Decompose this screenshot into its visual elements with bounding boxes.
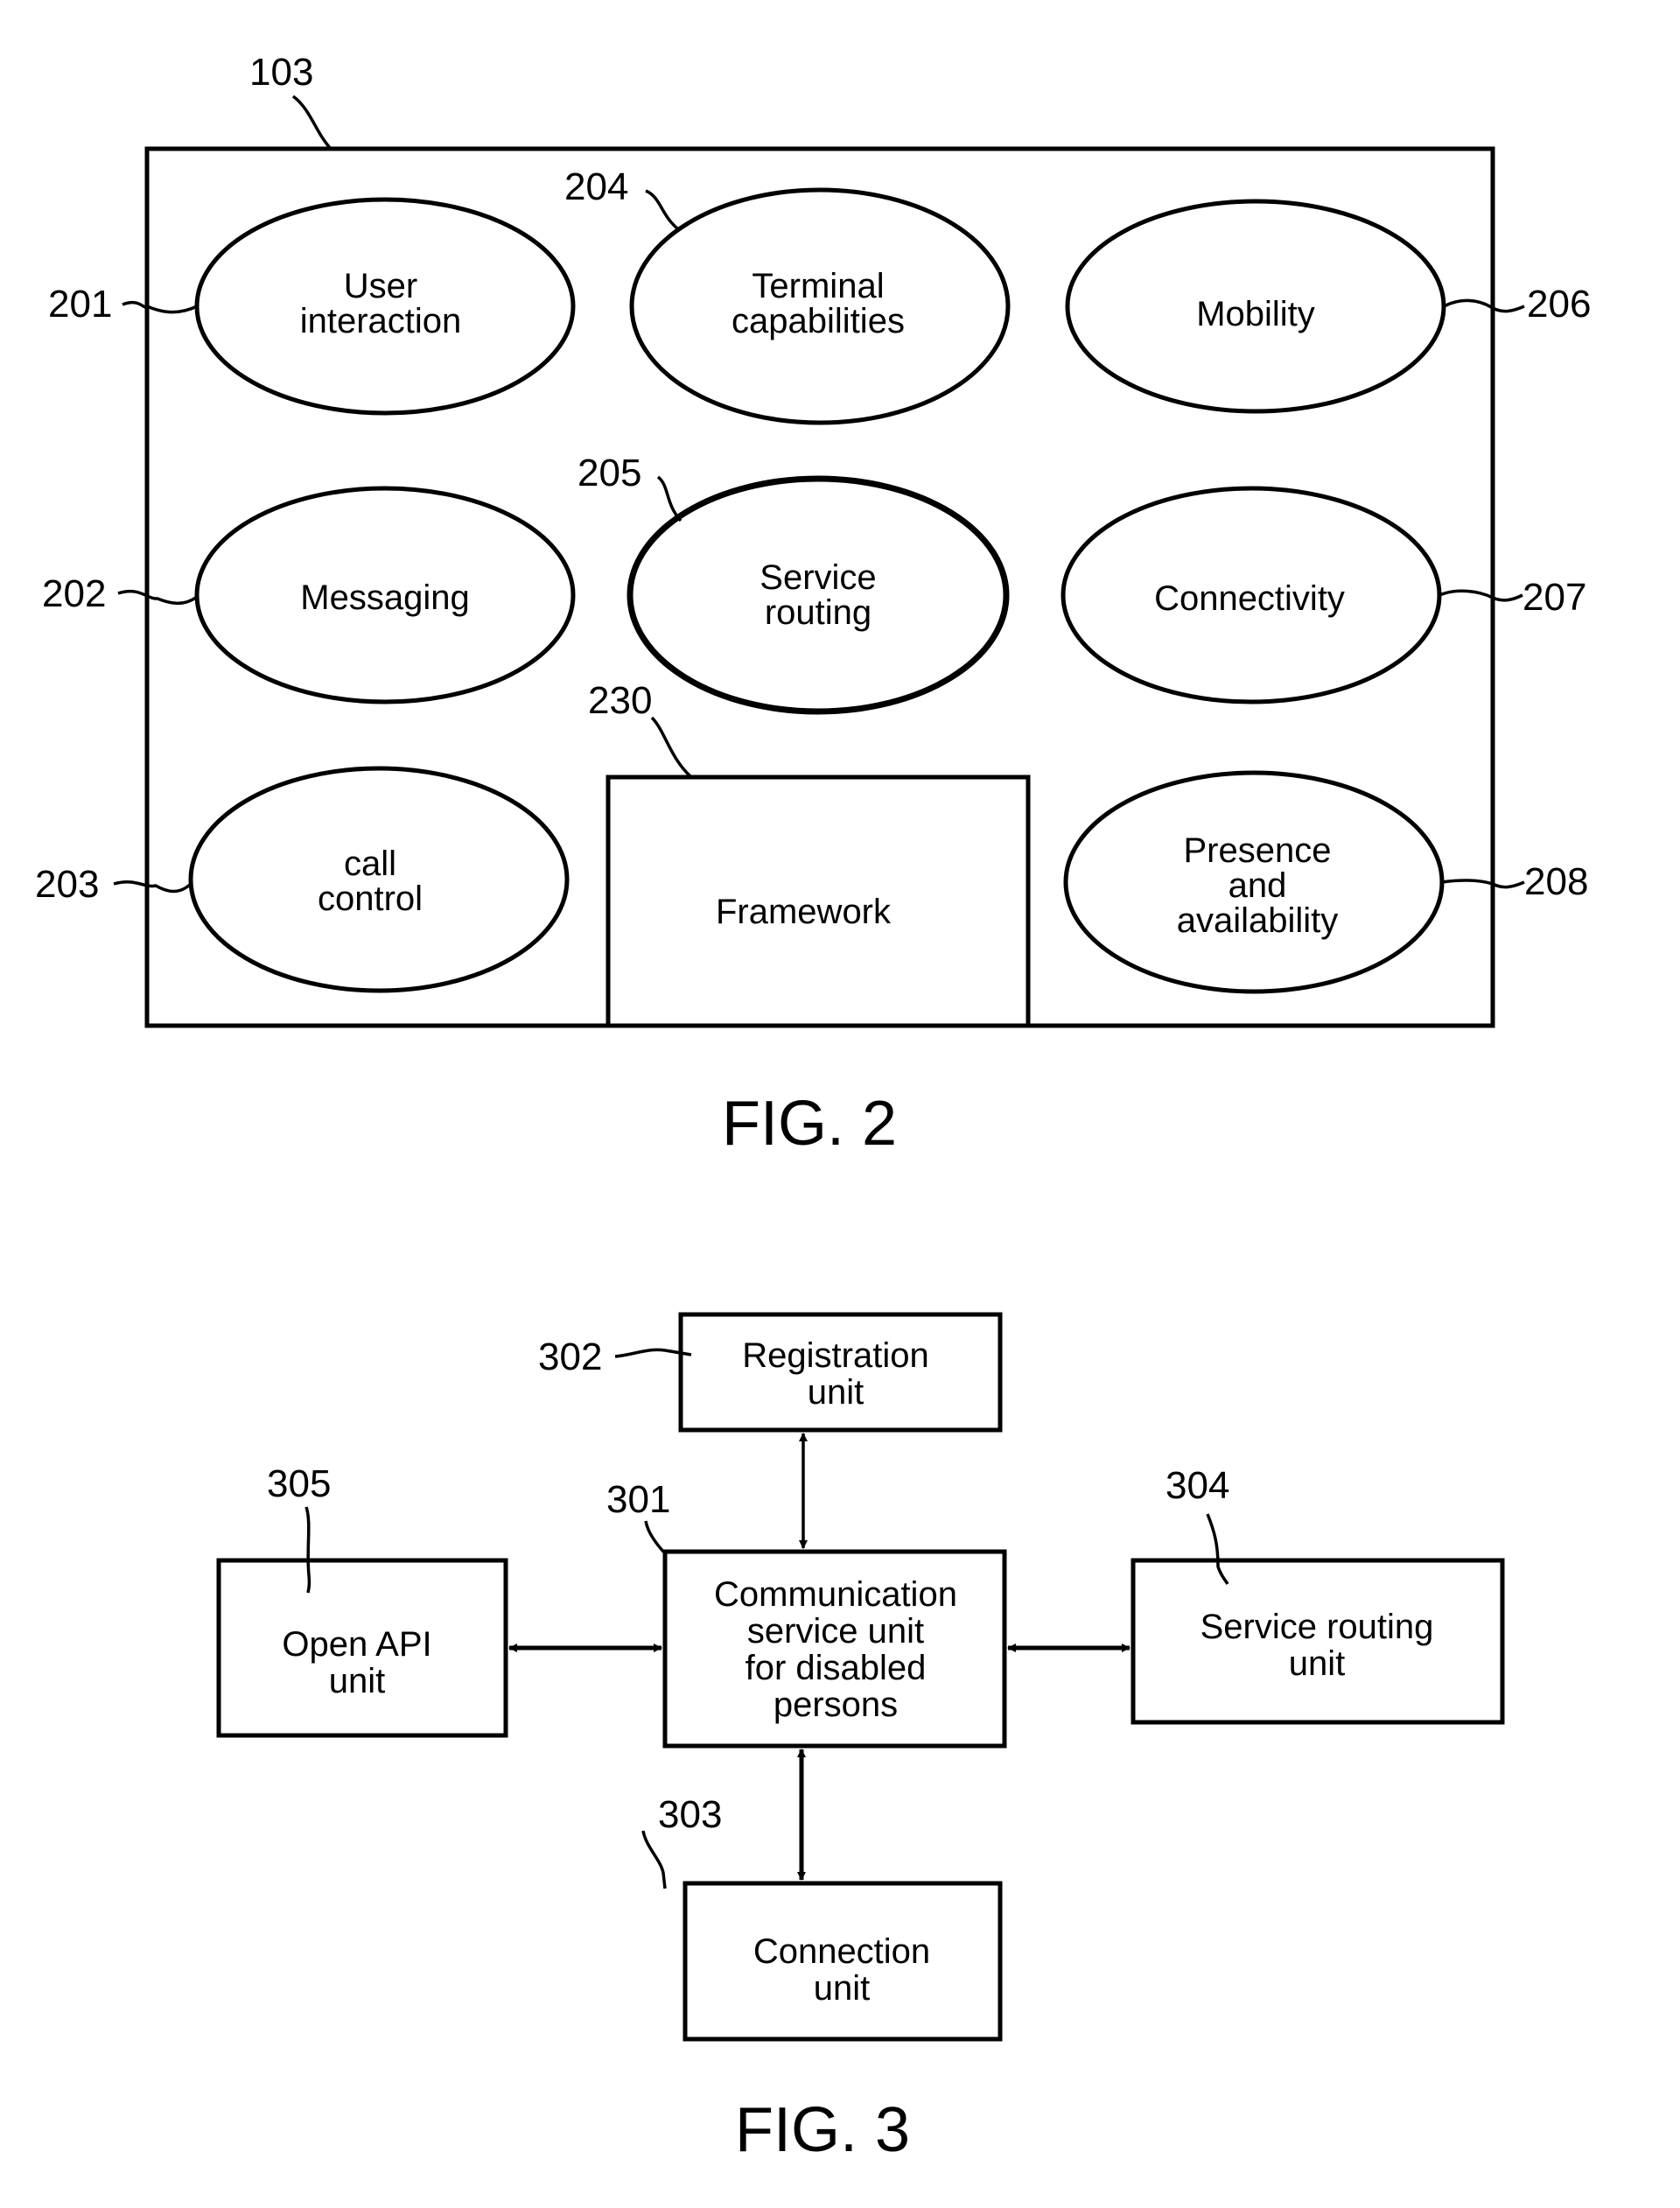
ref-label-230: 230	[588, 679, 652, 722]
ref-label-301: 301	[606, 1478, 670, 1521]
node-208-presence-availability: Presence and availability 208	[1063, 770, 1588, 994]
ref-label-207: 207	[1522, 576, 1586, 619]
node-208-line-1: Presence	[1184, 831, 1332, 870]
leader-line-207	[1438, 589, 1523, 602]
node-205-line-1: Service	[760, 558, 876, 597]
leader-line-204	[645, 189, 680, 231]
node-208-line-3: availability	[1177, 901, 1339, 940]
node-207-connectivity: Connectivity 207	[1060, 486, 1586, 704]
node-303-line-1: Connection	[753, 1932, 930, 1971]
node-205-line-2: routing	[765, 593, 872, 632]
framework-label: Framework	[716, 893, 892, 931]
node-204-terminal-capabilities: Terminal capabilities 204	[564, 165, 1011, 425]
node-304-line-2: unit	[1289, 1644, 1346, 1683]
leader-line-206	[1443, 298, 1525, 313]
leader-line-230	[650, 716, 693, 779]
node-301-line-2: service unit	[747, 1612, 924, 1651]
leader-line-208	[1441, 879, 1525, 889]
node-304-line-1: Service routing	[1200, 1608, 1434, 1646]
leader-line-202	[117, 589, 199, 606]
node-202-messaging: Messaging 202	[42, 486, 576, 704]
node-230-framework: Framework 230	[588, 679, 1031, 1028]
node-301-line-4: persons	[774, 1686, 898, 1724]
ref-label-201: 201	[48, 283, 112, 326]
node-303-line-2: unit	[814, 1969, 871, 2008]
fig3-caption: FIG. 3	[735, 2095, 910, 2165]
node-208-line-2: and	[1228, 866, 1287, 905]
ref-label-208: 208	[1524, 860, 1588, 903]
node-301-line-3: for disabled	[746, 1649, 927, 1687]
leader-line-201	[122, 300, 198, 314]
node-304-service-routing-unit: Service routing unit 304	[1130, 1464, 1505, 1725]
node-205-service-routing: Service routing 205	[578, 452, 1010, 715]
fig3: Registration unit 302 Communication serv…	[216, 1312, 1505, 2165]
node-305-line-1: Open API	[282, 1625, 431, 1664]
node-301-communication-service-unit: Communication service unit for disabled …	[606, 1478, 1007, 1749]
node-204-line-1: Terminal	[752, 267, 884, 305]
node-303-connection-unit: Connection unit 303	[641, 1793, 1003, 2042]
ref-label-202: 202	[42, 572, 106, 615]
leader-line-203	[113, 880, 192, 894]
ref-label-305: 305	[267, 1462, 331, 1505]
node-204-line-2: capabilities	[732, 302, 905, 340]
patent-drawing: 103 User interaction 201 Messaging 202 c…	[35, 51, 1591, 2165]
node-301-line-1: Communication	[714, 1575, 957, 1614]
node-305-line-2: unit	[329, 1662, 386, 1700]
node-206-mobility: Mobility 206	[1065, 199, 1591, 414]
node-202-line-1: Messaging	[300, 578, 469, 617]
fig2-caption: FIG. 2	[722, 1089, 897, 1159]
leader-line-205	[656, 475, 682, 522]
fig2: 103 User interaction 201 Messaging 202 c…	[35, 51, 1591, 1159]
node-201-line-1: User	[344, 267, 417, 305]
ref-label-204: 204	[564, 165, 628, 208]
ref-label-303: 303	[658, 1793, 722, 1836]
node-203-line-1: call	[344, 845, 396, 883]
leader-line-301	[644, 1520, 667, 1555]
node-203-line-2: control	[318, 880, 423, 918]
node-203-call-control: call control 203	[35, 766, 570, 993]
leader-line-103	[291, 95, 332, 151]
node-201-user-interaction: User interaction 201	[48, 197, 576, 416]
ref-label-203: 203	[35, 863, 99, 906]
node-206-line-1: Mobility	[1196, 295, 1315, 333]
ref-label-304: 304	[1166, 1464, 1229, 1507]
node-201-line-2: interaction	[300, 302, 462, 340]
ref-label-302: 302	[538, 1335, 602, 1378]
node-302-line-1: Registration	[742, 1336, 928, 1375]
ref-label-103: 103	[249, 51, 313, 94]
ref-label-206: 206	[1527, 283, 1591, 326]
leader-line-303	[641, 1830, 667, 1889]
node-302-line-2: unit	[808, 1373, 864, 1412]
node-305-open-api-unit: Open API unit 305	[216, 1462, 508, 1738]
node-207-line-1: Connectivity	[1154, 579, 1345, 618]
ref-label-205: 205	[578, 452, 641, 494]
node-302-registration-unit: Registration unit 302	[538, 1312, 1003, 1433]
